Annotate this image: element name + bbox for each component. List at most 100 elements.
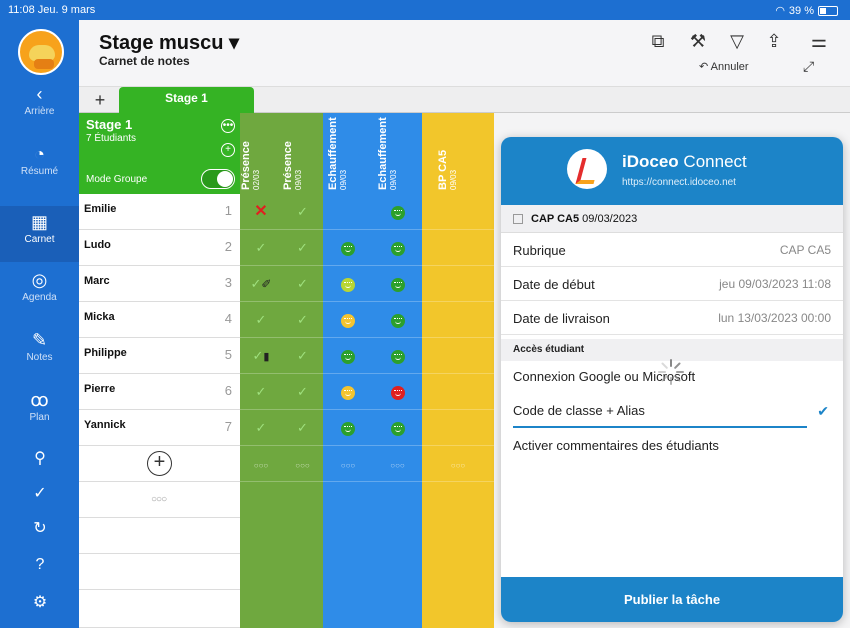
sidebar-item-notes[interactable]: ✎ Notes (0, 330, 79, 363)
grade-cell[interactable] (373, 194, 422, 230)
column-more-cell[interactable]: ○○○ (373, 446, 422, 482)
grade-cell[interactable] (422, 374, 494, 410)
grade-cell[interactable] (323, 410, 373, 446)
grade-cell[interactable] (323, 302, 373, 338)
grade-cell[interactable] (373, 230, 422, 266)
student-name: Micka (84, 311, 115, 323)
hammer-icon[interactable]: ⚒ (687, 30, 709, 52)
grade-cell[interactable] (422, 302, 494, 338)
page-title[interactable]: Stage muscu ▾ (99, 30, 239, 55)
column-header[interactable]: BP CA5 09/03 (422, 113, 494, 194)
more-icon[interactable]: ••• (221, 119, 235, 133)
column-more-cell[interactable]: ○○○ (323, 446, 373, 482)
panel-title: iDoceo Connect (622, 152, 747, 171)
avatar[interactable] (18, 29, 64, 75)
column-header[interactable]: Echauffement 09/03 (373, 113, 422, 194)
grade-cell[interactable]: ✓ (282, 230, 323, 266)
student-number: 3 (224, 275, 232, 290)
grade-cell[interactable] (323, 374, 373, 410)
grade-cell[interactable] (373, 374, 422, 410)
expand-icon[interactable]: ⤢ (803, 58, 814, 75)
grade-cell[interactable]: ✕ (240, 194, 282, 230)
present-check-icon: ✓ (250, 276, 262, 291)
grade-cell[interactable]: ✓ (282, 266, 323, 302)
grade-cell[interactable] (422, 410, 494, 446)
grade-cell[interactable] (373, 266, 422, 302)
pencil-icon: ✎ (31, 330, 48, 350)
column-header[interactable]: Echauffement 09/03 (323, 113, 373, 194)
copy-icon[interactable]: ⧉ (647, 30, 669, 52)
help-icon[interactable]: ? (28, 556, 52, 574)
student-row[interactable]: Philippe 5 (79, 338, 240, 374)
column-more-cell[interactable]: ○○○ (282, 446, 323, 482)
grade-cell[interactable]: ✓ (282, 410, 323, 446)
more-dots-icon: ○○○ (390, 461, 405, 470)
grade-cell[interactable]: ✓ (282, 338, 323, 374)
column-header[interactable]: Présence 02/03 (240, 113, 282, 194)
present-check-icon: ✓ (297, 240, 308, 255)
grade-cell[interactable]: ✓✐ (240, 266, 282, 302)
grade-cell[interactable]: ✓ (240, 230, 282, 266)
undo-button[interactable]: ↶ Annuler (699, 60, 749, 73)
filter-icon[interactable]: ▽ (726, 30, 748, 52)
student-row[interactable]: Ludo 2 (79, 230, 240, 266)
add-student-row: + (79, 446, 240, 482)
student-row[interactable]: Micka 4 (79, 302, 240, 338)
column-title: Echauffement 09/03 (376, 117, 398, 190)
option-student-comments[interactable]: Activer commentaires des étudiants (513, 438, 719, 453)
student-row[interactable]: Emilie 1 (79, 194, 240, 230)
rubric-row[interactable]: Rubrique CAP CA5 (501, 233, 843, 267)
grade-cell[interactable]: ✓▮ (240, 338, 282, 374)
sidebar-item-summary[interactable]: ◔ Résumé (0, 144, 79, 177)
add-student-button[interactable]: + (147, 451, 172, 476)
grade-cell[interactable]: ✓ (282, 374, 323, 410)
group-mode-toggle[interactable] (201, 169, 235, 189)
grade-cell[interactable] (373, 302, 422, 338)
absent-icon: ✕ (254, 203, 268, 220)
more-dots-icon[interactable]: ○○○ (151, 494, 167, 505)
share-icon[interactable]: ⇪ (763, 30, 785, 52)
grade-cell[interactable]: ✓ (282, 194, 323, 230)
grade-cell[interactable] (422, 266, 494, 302)
student-row[interactable]: Yannick 7 (79, 410, 240, 446)
student-row[interactable]: Marc 3 (79, 266, 240, 302)
status-time: 11:08 Jeu. 9 mars (8, 4, 96, 16)
sidebar-item-plan[interactable]: ꝏ Plan (0, 390, 79, 423)
column-more-cell[interactable]: ○○○ (422, 446, 494, 482)
due-date-row[interactable]: Date de livraison lun 13/03/2023 00:00 (501, 301, 843, 335)
student-row[interactable]: Pierre 6 (79, 374, 240, 410)
grade-cell[interactable]: ✓ (240, 410, 282, 446)
smiley-yellow-icon (341, 385, 355, 400)
start-date-row[interactable]: Date de début jeu 09/03/2023 11:08 (501, 267, 843, 301)
publish-button[interactable]: Publier la tâche (501, 577, 843, 622)
sidebar-item-agenda[interactable]: ◎ Agenda (0, 270, 79, 303)
grade-cell[interactable] (422, 194, 494, 230)
sidebar-item-gradebook[interactable]: ▦ Carnet (0, 206, 79, 262)
add-tab-button[interactable]: + (87, 89, 113, 111)
grade-cell[interactable] (323, 266, 373, 302)
column-header[interactable]: Présence 09/03 (282, 113, 323, 194)
grade-cell[interactable]: ✓ (282, 302, 323, 338)
sync-icon[interactable]: ↻ (28, 518, 52, 538)
tab-stage-1[interactable]: Stage 1 (119, 87, 254, 113)
grade-cell[interactable] (323, 230, 373, 266)
grade-cell[interactable] (323, 194, 373, 230)
option-class-code[interactable]: Code de classe + Alias (513, 403, 645, 418)
grade-cell[interactable] (373, 410, 422, 446)
student-number: 5 (224, 347, 232, 362)
grade-cell[interactable] (373, 338, 422, 374)
loading-spinner-icon (658, 359, 684, 385)
column-more-cell[interactable]: ○○○ (240, 446, 282, 482)
smiley-green-icon (390, 421, 405, 436)
sidebar-item-back[interactable]: ‹ Arrière (0, 84, 79, 117)
grade-cell[interactable] (422, 230, 494, 266)
pin-icon[interactable]: ⚲ (28, 448, 52, 468)
grade-cell[interactable] (323, 338, 373, 374)
grade-cell[interactable] (422, 338, 494, 374)
toggle-settings-icon[interactable]: ⚌ (808, 30, 830, 52)
check-circle-icon[interactable]: ✓ (28, 483, 52, 503)
grade-cell[interactable]: ✓ (240, 374, 282, 410)
settings-icon[interactable]: ⚙ (28, 592, 52, 612)
add-student-icon[interactable]: + (221, 143, 235, 157)
grade-cell[interactable]: ✓ (240, 302, 282, 338)
